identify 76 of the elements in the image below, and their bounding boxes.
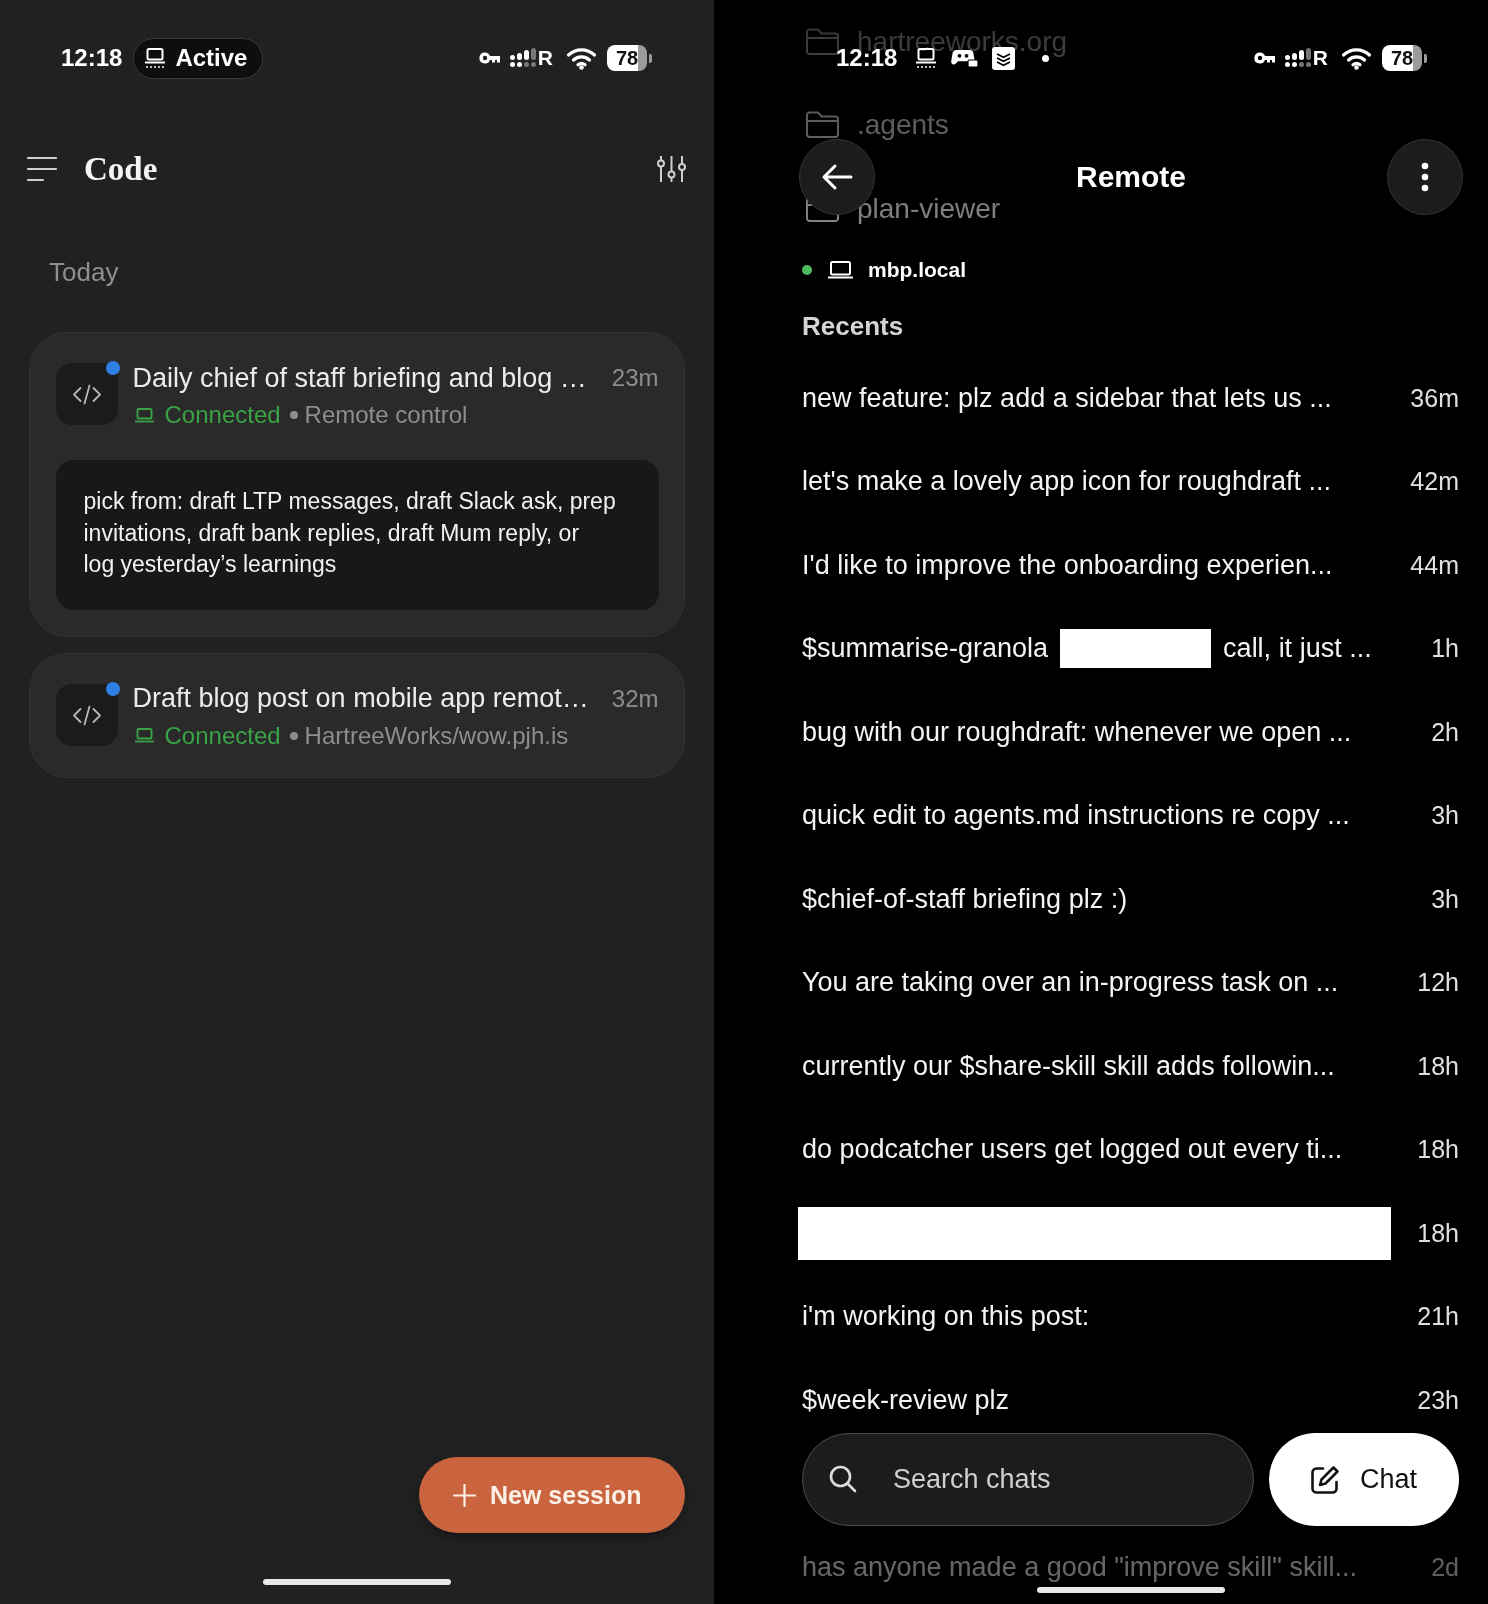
laptop-icon: [134, 407, 154, 423]
section-label: Today: [49, 257, 119, 287]
chat-age: 2d: [1431, 1552, 1459, 1582]
chat-title[interactable]: let's make a lovely app icon for roughdraft ...: [802, 466, 1331, 498]
roaming-label: R: [537, 47, 553, 69]
arrow-left-icon: [821, 163, 853, 191]
plus-icon: [453, 1483, 476, 1507]
chat-title[interactable]: $chief-of-staff briefing plz :): [802, 883, 1128, 915]
chat-age: 3h: [1431, 801, 1459, 831]
separator-dot-icon: [289, 411, 298, 419]
chat-title[interactable]: call, it just ...: [1223, 633, 1372, 665]
chat-age: 1h: [1431, 634, 1459, 664]
chat-age: 18h: [1417, 1051, 1459, 1081]
session-title: Draft blog post on mobile app remot…: [132, 683, 589, 714]
chat-title[interactable]: i'm working on this post:: [802, 1301, 1090, 1333]
session-title: Daily chief of staff briefing and blog …: [132, 362, 587, 394]
machine-name: mbp.local: [868, 258, 967, 282]
chat-age: 3h: [1431, 884, 1459, 914]
chat-age: 18h: [1417, 1135, 1459, 1165]
sliders-icon[interactable]: [657, 155, 686, 183]
session-card[interactable]: [29, 332, 685, 637]
folder-name[interactable]: plan-viewer: [857, 194, 1001, 223]
more-icon: [1421, 162, 1429, 192]
session-detail: Remote control: [304, 401, 468, 429]
chat-age: 12h: [1417, 968, 1459, 998]
message-preview: pick from: draft LTP messages, draft Slack ask, prep invitations, draft bank replies, draft Mum reply, or log yesterday’s learnings: [55, 460, 659, 610]
key-icon: [1252, 51, 1277, 65]
connection-status: Connected: [164, 401, 281, 429]
session-age: 32m: [611, 684, 659, 713]
search-icon: [829, 1465, 857, 1493]
chat-title[interactable]: do podcatcher users get logged out every ti...: [802, 1134, 1343, 1166]
chat-title[interactable]: new feature: plz add a sidebar that lets us ...: [802, 382, 1332, 414]
chat-title[interactable]: quick edit to agents.md instructions re copy ...: [802, 800, 1350, 832]
app-title: Code: [84, 150, 158, 188]
status-time: 12:18: [61, 44, 123, 72]
code-icon: [55, 683, 118, 746]
screen-title: Remote: [1075, 160, 1187, 194]
chat-age: 42m: [1410, 467, 1459, 497]
signal-icon: [509, 48, 536, 68]
search-field[interactable]: Search chats: [802, 1433, 1254, 1526]
signal-icon: [1284, 48, 1311, 68]
laptop-icon: [134, 728, 154, 743]
code-icon: [55, 363, 118, 425]
session-detail: HartreeWorks/wow.pjh.is: [304, 721, 569, 750]
activity-pill[interactable]: Active: [133, 37, 264, 79]
chat-title[interactable]: has anyone made a good "improve skill" skill...: [802, 1551, 1357, 1583]
new-chat-button[interactable]: Chat: [1269, 1433, 1459, 1526]
connection-status: Connected: [164, 721, 281, 750]
chat-title[interactable]: currently our $share-skill skill adds followin...: [802, 1050, 1335, 1082]
chat-age: 23h: [1417, 1385, 1459, 1415]
chat-title[interactable]: bug with our roughdraft: whenever we open ...: [802, 716, 1352, 748]
session-age: 23m: [611, 364, 659, 392]
activity-label: Active: [175, 44, 248, 72]
chat-title[interactable]: You are taking over an in-progress task on ...: [802, 967, 1339, 999]
compose-icon: [1309, 1463, 1341, 1496]
folder-icon: [805, 111, 840, 140]
key-icon: [477, 51, 502, 65]
chat-age: 44m: [1410, 550, 1459, 580]
section-label: Recents: [802, 309, 904, 343]
laptop-icon: [828, 261, 853, 279]
session-card[interactable]: Draft blog post on mobile app remot… 32m Connected HartreeWorks/wow.pjh.is: [29, 652, 685, 778]
menu-icon[interactable]: [27, 156, 57, 182]
battery-indicator: 78: [607, 45, 652, 71]
chat-age: 21h: [1417, 1302, 1459, 1332]
roaming-label: R: [1312, 47, 1328, 69]
separator-dot-icon: [289, 731, 298, 740]
chat-age: 36m: [1410, 383, 1459, 413]
chat-age: 2h: [1431, 717, 1459, 747]
chat-title[interactable]: $week-review plz: [802, 1384, 1010, 1416]
chat-title[interactable]: I'd like to improve the onboarding experien...: [802, 549, 1333, 581]
wifi-icon: [566, 46, 597, 70]
chat-age: 18h: [1417, 1218, 1459, 1248]
battery-indicator: 78: [1382, 45, 1427, 71]
laptop-icon: [144, 47, 167, 69]
wifi-icon: [1341, 46, 1372, 70]
chat-title[interactable]: $summarise-granola: [802, 633, 1049, 665]
